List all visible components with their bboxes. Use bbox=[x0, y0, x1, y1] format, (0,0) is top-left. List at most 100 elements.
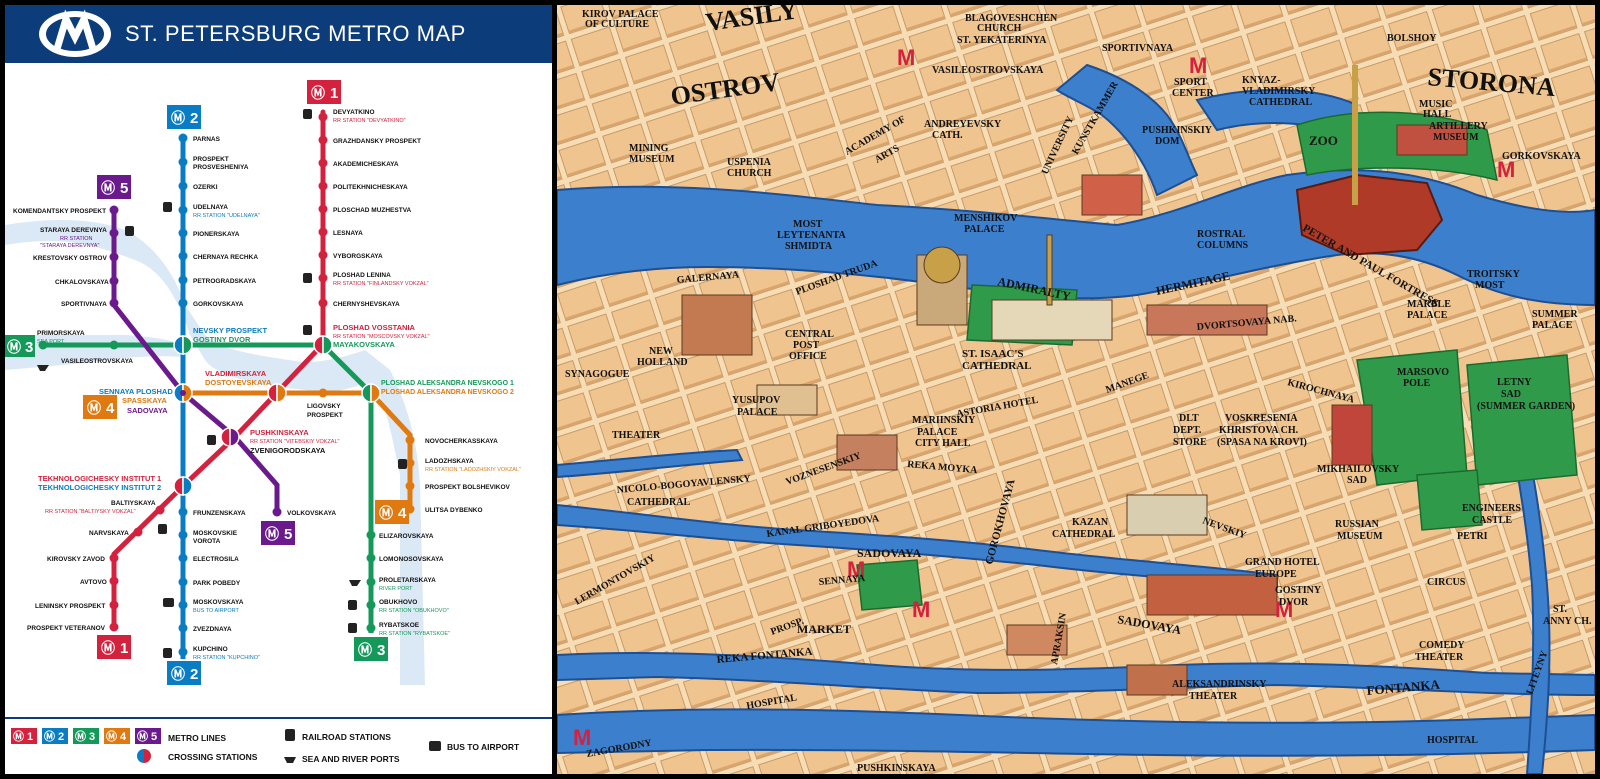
svg-text:PALACE: PALACE bbox=[917, 427, 958, 438]
spasa-na-krovi bbox=[1331, 404, 1373, 466]
svg-text:NOVOCHERKASSKAYA: NOVOCHERKASSKAYA bbox=[425, 438, 498, 445]
svg-text:PUSHKINSKAYA: PUSHKINSKAYA bbox=[250, 428, 309, 437]
railroad-icon bbox=[348, 600, 357, 610]
svg-text:PARNAS: PARNAS bbox=[193, 136, 221, 143]
metro-logo-icon bbox=[39, 9, 111, 57]
svg-text:RIVER PORT: RIVER PORT bbox=[379, 586, 413, 592]
admiralty-building bbox=[991, 299, 1113, 341]
svg-text:4: 4 bbox=[120, 731, 127, 743]
svg-text:CATH.: CATH. bbox=[932, 130, 963, 141]
svg-text:MUSEUM: MUSEUM bbox=[1337, 531, 1383, 542]
ship-icon bbox=[37, 365, 49, 371]
svg-text:LENINSKY PROSPEKT: LENINSKY PROSPEKT bbox=[35, 603, 105, 610]
svg-text:PROSPEKT: PROSPEKT bbox=[193, 156, 229, 163]
svg-text:CATHEDRAL: CATHEDRAL bbox=[1052, 529, 1115, 540]
svg-text:KUPCHINO: KUPCHINO bbox=[193, 646, 228, 653]
crossing-pushkinskaya bbox=[220, 427, 240, 447]
crossing-nevskogo bbox=[361, 383, 381, 403]
svg-text:5: 5 bbox=[151, 731, 157, 743]
svg-text:PLOSHAD ALEKSANDRA NEVSKOGO 2: PLOSHAD ALEKSANDRA NEVSKOGO 2 bbox=[381, 389, 514, 396]
svg-text:MARIINSKIY: MARIINSKIY bbox=[912, 415, 976, 426]
svg-text:SADOVAYA: SADOVAYA bbox=[127, 406, 168, 415]
crossing-vosstania bbox=[313, 335, 333, 355]
legend-bus: BUS TO AIRPORT bbox=[447, 742, 520, 752]
svg-text:RR STATION "UDELNAYA": RR STATION "UDELNAYA" bbox=[193, 213, 260, 219]
svg-text:VOLKOVSKAYA: VOLKOVSKAYA bbox=[287, 510, 336, 517]
svg-text:RYBATSKOE: RYBATSKOE bbox=[379, 622, 420, 629]
svg-text:TEKHNOLOGICHESKY INSTITUT 2: TEKHNOLOGICHESKY INSTITUT 2 bbox=[38, 483, 161, 492]
svg-text:DOSTOYEVSKAYA: DOSTOYEVSKAYA bbox=[205, 378, 272, 387]
svg-text:RUSSIAN: RUSSIAN bbox=[1335, 519, 1380, 530]
svg-text:SYNAGOGUE: SYNAGOGUE bbox=[565, 369, 630, 380]
svg-text:NEVSKY PROSPEKT: NEVSKY PROSPEKT bbox=[193, 326, 267, 335]
svg-text:PROSPEKT: PROSPEKT bbox=[307, 412, 343, 419]
svg-text:MARKET: MARKET bbox=[797, 622, 851, 636]
svg-text:(SUMMER GARDEN): (SUMMER GARDEN) bbox=[1477, 401, 1575, 412]
ship-icon bbox=[349, 580, 361, 586]
svg-text:ROSTRAL: ROSTRAL bbox=[1197, 229, 1246, 240]
svg-text:PALACE: PALACE bbox=[737, 407, 778, 418]
svg-text:CHURCH: CHURCH bbox=[727, 168, 772, 179]
page-title: ST. PETERSBURG METRO MAP bbox=[125, 21, 466, 46]
svg-text:SHMIDTA: SHMIDTA bbox=[785, 241, 833, 252]
kazan-cathedral bbox=[1126, 494, 1208, 536]
crossing-tekhno bbox=[173, 476, 193, 496]
svg-text:Ⓜ: Ⓜ bbox=[379, 505, 393, 521]
svg-text:CHURCH: CHURCH bbox=[977, 23, 1022, 34]
svg-text:LOMONOSOVSKAYA: LOMONOSOVSKAYA bbox=[379, 556, 444, 563]
svg-text:LADOZHSKAYA: LADOZHSKAYA bbox=[425, 458, 474, 465]
svg-text:Ⓜ: Ⓜ bbox=[13, 729, 24, 743]
svg-text:AKADEMICHESKAYA: AKADEMICHESKAYA bbox=[333, 161, 399, 168]
svg-text:STORE: STORE bbox=[1173, 437, 1207, 448]
svg-text:VASILEOSTROVSKAYA: VASILEOSTROVSKAYA bbox=[61, 358, 133, 365]
svg-text:ULITSA DYBENKO: ULITSA DYBENKO bbox=[425, 507, 483, 514]
railroad-icon bbox=[348, 623, 357, 633]
svg-text:RR STATION: RR STATION bbox=[60, 236, 93, 242]
legend-ports: SEA AND RIVER PORTS bbox=[302, 754, 400, 764]
svg-text:RR STATION "BALTIYSKY VOKZAL": RR STATION "BALTIYSKY VOKZAL" bbox=[45, 509, 136, 515]
svg-text:5: 5 bbox=[120, 180, 128, 197]
railroad-icon bbox=[163, 648, 172, 658]
svg-text:(SPASA NA KROVI): (SPASA NA KROVI) bbox=[1217, 437, 1307, 448]
svg-text:PRIMORSKAYA: PRIMORSKAYA bbox=[37, 330, 85, 337]
svg-text:NARVSKAYA: NARVSKAYA bbox=[89, 530, 129, 537]
svg-text:ENGINEERS: ENGINEERS bbox=[1462, 503, 1521, 514]
svg-text:PLOSHAD ALEKSANDRA NEVSKOGO 1: PLOSHAD ALEKSANDRA NEVSKOGO 1 bbox=[381, 380, 514, 387]
svg-text:COMEDY: COMEDY bbox=[1419, 640, 1465, 651]
metro-marker-icon: M bbox=[1189, 53, 1207, 78]
svg-text:KNYAZ-: KNYAZ- bbox=[1242, 75, 1281, 86]
railroad-icon bbox=[207, 435, 216, 445]
line-badge-5-bottom: Ⓜ 5 bbox=[261, 521, 295, 545]
svg-text:LETNY: LETNY bbox=[1497, 377, 1532, 388]
line-badge-3-left: Ⓜ 3 bbox=[5, 335, 35, 357]
svg-text:OFFICE: OFFICE bbox=[789, 351, 827, 362]
svg-text:RR STATION "RYBATSKOE": RR STATION "RYBATSKOE" bbox=[379, 631, 450, 637]
svg-text:THEATER: THEATER bbox=[1415, 652, 1464, 663]
svg-text:GRAZHDANSKY PROSPEKT: GRAZHDANSKY PROSPEKT bbox=[333, 138, 421, 145]
legend-crossing: CROSSING STATIONS bbox=[168, 752, 258, 762]
railroad-icon bbox=[158, 524, 167, 534]
svg-text:KOMENDANTSKY PROSPEKT: KOMENDANTSKY PROSPEKT bbox=[13, 208, 106, 215]
svg-text:RR STATION "KUPCHINO": RR STATION "KUPCHINO" bbox=[193, 655, 260, 661]
legend-badges: Ⓜ 1 Ⓜ 2 Ⓜ 3 Ⓜ 4 Ⓜ 5 bbox=[11, 728, 161, 744]
station-labels: DEVYATKINO RR STATION "DEVYATKINO" GRAZH… bbox=[13, 109, 521, 661]
crossing-icon bbox=[137, 749, 144, 763]
svg-text:USPENIA: USPENIA bbox=[727, 157, 772, 168]
line-badge-3-bottom: Ⓜ 3 bbox=[354, 637, 388, 661]
railroad-icon bbox=[303, 109, 312, 119]
svg-text:SPORTIVNAYA: SPORTIVNAYA bbox=[61, 301, 107, 308]
svg-text:Ⓜ: Ⓜ bbox=[171, 666, 185, 682]
svg-text:AVTOVO: AVTOVO bbox=[80, 579, 107, 586]
svg-text:2: 2 bbox=[190, 110, 198, 127]
svg-text:Ⓜ: Ⓜ bbox=[44, 729, 55, 743]
bus-icon bbox=[163, 598, 174, 607]
line-badge-2-top: Ⓜ 2 bbox=[167, 105, 201, 129]
svg-text:UDELNAYA: UDELNAYA bbox=[193, 204, 228, 211]
legend-graphic: Ⓜ 1 Ⓜ 2 Ⓜ 3 Ⓜ 4 Ⓜ 5 METRO LINES CROSSING STAT… bbox=[11, 728, 520, 764]
svg-text:SEA PORT: SEA PORT bbox=[37, 339, 65, 345]
svg-text:5: 5 bbox=[284, 526, 292, 543]
svg-text:ST. ISAAC'S: ST. ISAAC'S bbox=[962, 348, 1024, 360]
svg-text:OBUKHOVO: OBUKHOVO bbox=[379, 599, 417, 606]
svg-text:GORKOVSKAYA: GORKOVSKAYA bbox=[1502, 151, 1582, 162]
svg-text:ALEKSANDRINSKY: ALEKSANDRINSKY bbox=[1172, 679, 1267, 690]
